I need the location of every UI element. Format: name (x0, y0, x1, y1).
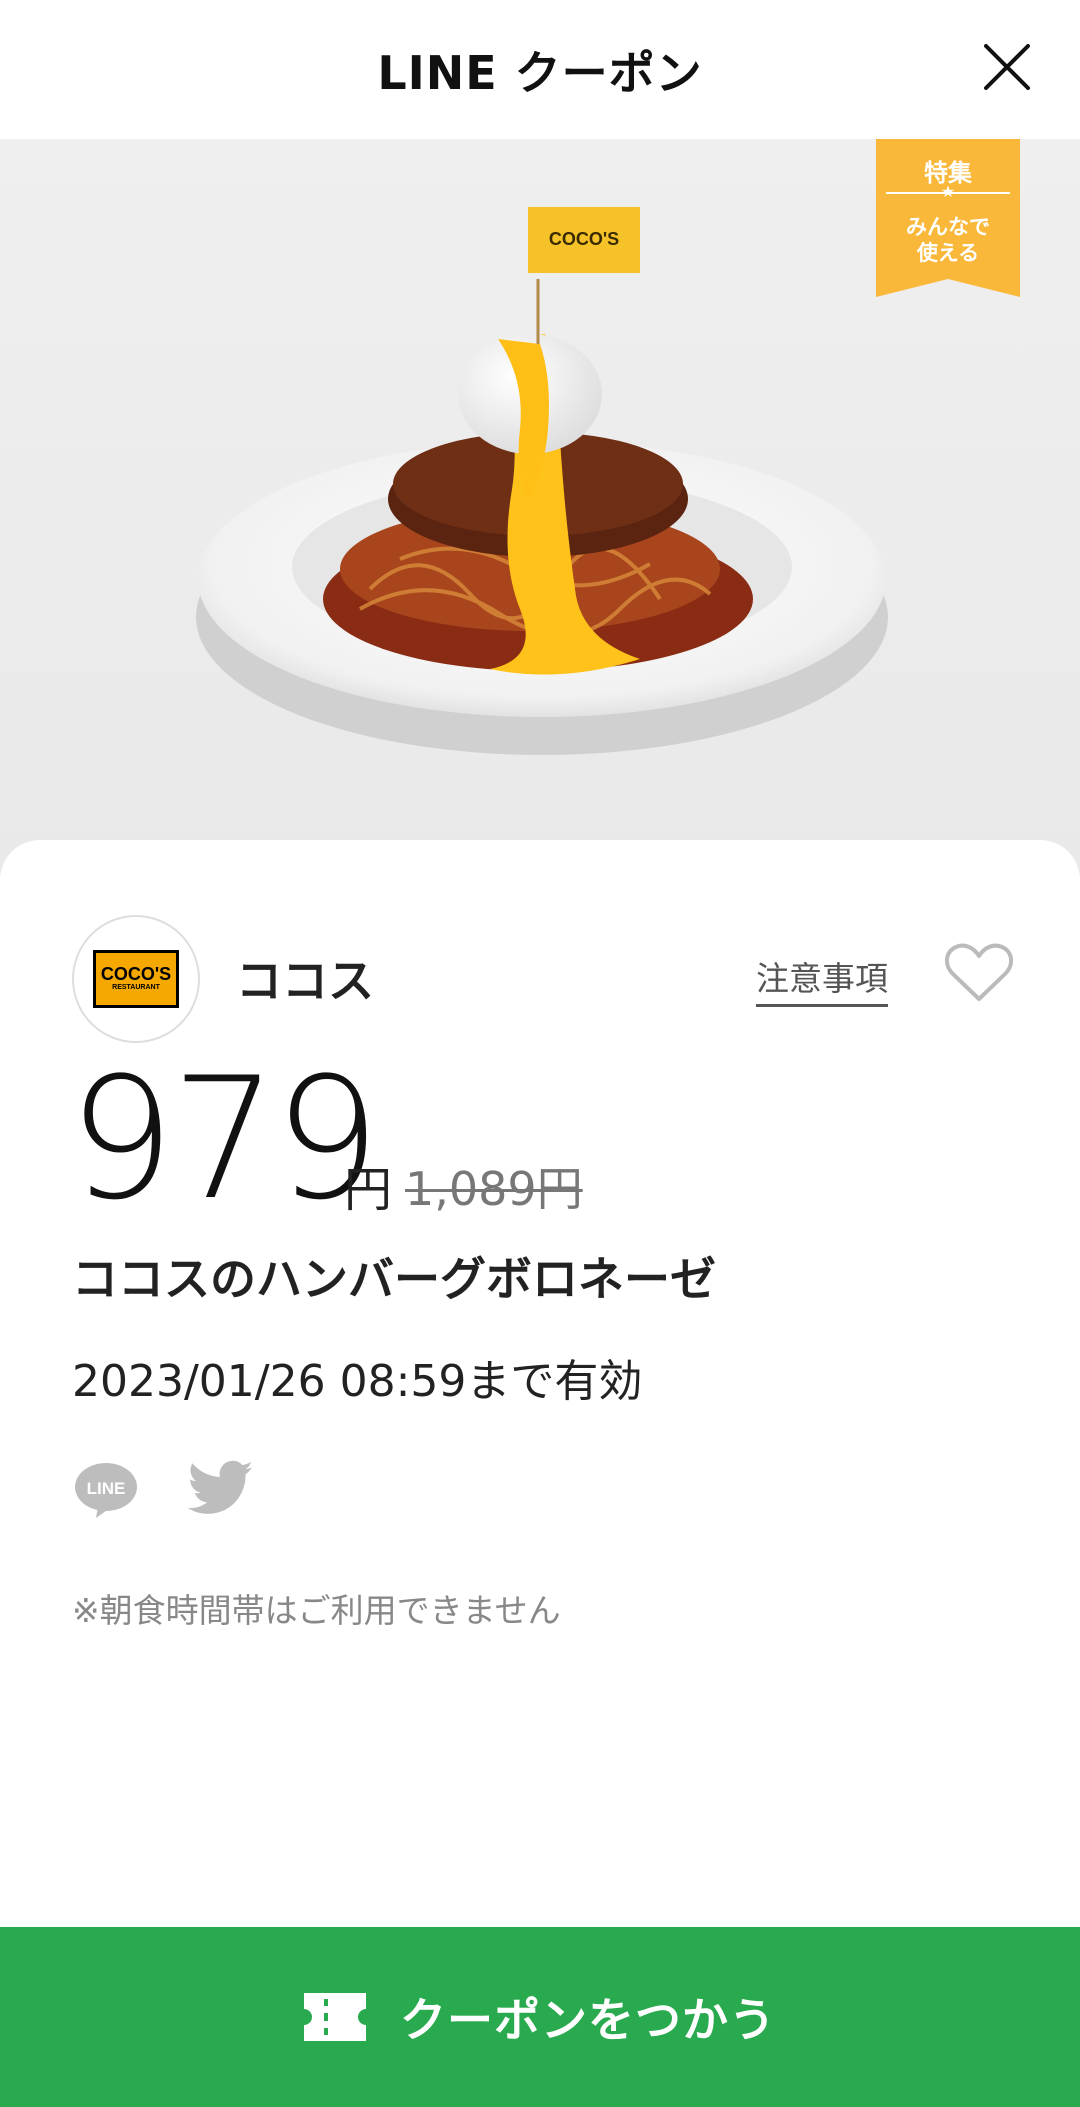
use-coupon-button[interactable]: クーポンをつかう (0, 1927, 1080, 2107)
heart-icon[interactable] (944, 943, 1014, 1003)
twitter-share-icon[interactable] (188, 1458, 254, 1518)
close-icon[interactable] (982, 42, 1032, 92)
flag-text: COCO'S (549, 229, 619, 249)
hero-food-image: COCO'S 特集 ★ みんなで 使える (0, 139, 1080, 879)
logo-text: COCO'S (100, 964, 172, 984)
item-title: ココスのハンバーグボロネーゼ (72, 1252, 716, 1306)
use-coupon-label: クーポンをつかう (400, 1993, 776, 2047)
logo-subtext: RESTAURANT (112, 984, 160, 991)
line-share-icon[interactable]: LINE (72, 1460, 140, 1520)
shop-logo: COCO'S RESTAURANT (72, 915, 200, 1043)
price-unit: 円 (344, 1162, 393, 1218)
validity-text: 2023/01/26 08:59まで有効 (72, 1356, 643, 1407)
shop-name: ココス (236, 954, 374, 1008)
notes-link[interactable]: 注意事項 (756, 952, 888, 1007)
coupon-price: 979 (68, 1041, 381, 1237)
usage-note: ※朝食時間帯はご利用できません (72, 1591, 561, 1630)
header-bar: LINE クーポン (0, 0, 1080, 139)
star-icon: ★ (940, 182, 956, 201)
badge-line3: 使える (916, 241, 980, 265)
line-icon-label: LINE (87, 1479, 126, 1498)
feature-badge: 特集 ★ みんなで 使える (876, 139, 1020, 297)
original-price: 1,089円 (405, 1162, 583, 1216)
ticket-icon (304, 1993, 366, 2041)
page-title: LINE クーポン (377, 45, 703, 100)
